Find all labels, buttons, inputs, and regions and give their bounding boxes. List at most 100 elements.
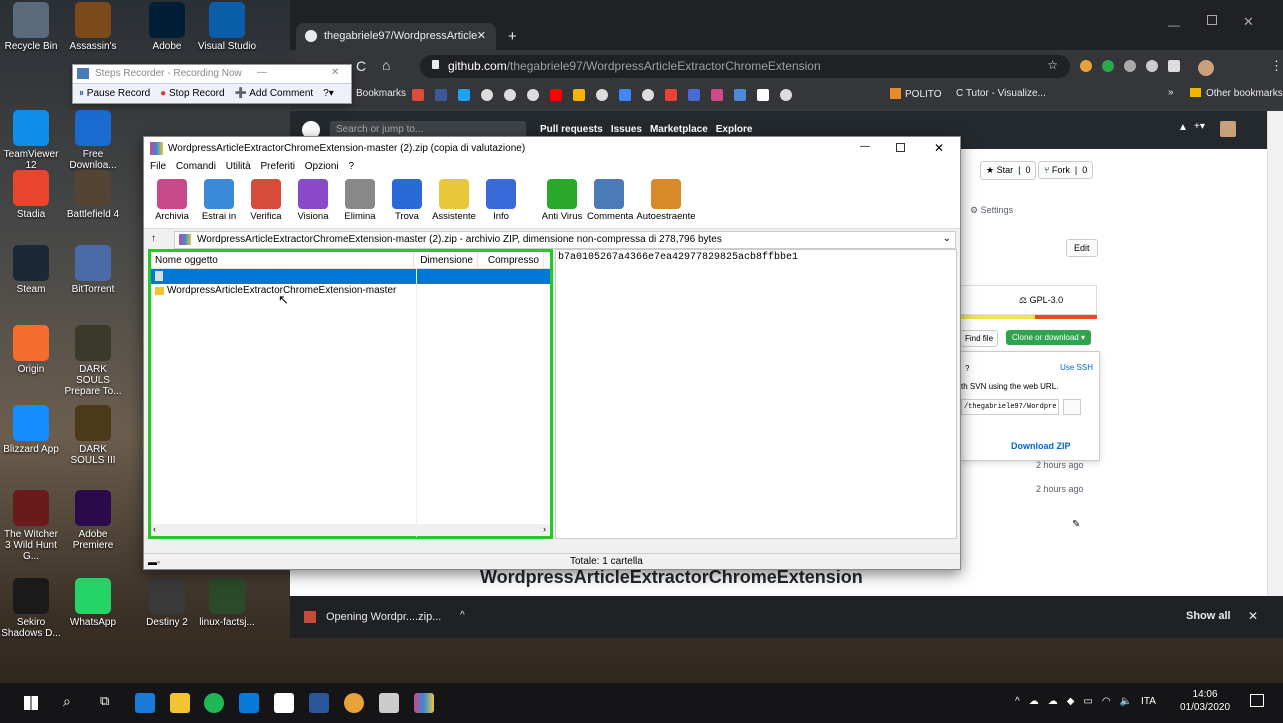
bookmark-icon[interactable] (412, 89, 424, 101)
col-size[interactable]: Dimensione (414, 252, 478, 268)
desktop-icon[interactable]: Recycle Bin (0, 2, 62, 52)
toolbar-button-archivia[interactable]: Archivia (150, 177, 194, 228)
use-ssh-link[interactable]: Use SSH (1060, 363, 1093, 372)
more-bookmarks-icon[interactable]: » (1168, 87, 1174, 98)
show-all-button[interactable]: Show all (1186, 610, 1231, 622)
extension-icon[interactable] (1102, 60, 1114, 72)
bookmark-icon[interactable] (642, 89, 654, 101)
star-button[interactable]: ★ Star | 0 (980, 161, 1037, 180)
menu-preferiti[interactable]: Preferiti (261, 161, 295, 172)
spotify-icon[interactable] (204, 693, 224, 713)
nav-pull-requests[interactable]: Pull requests (540, 124, 603, 135)
toolbar-button-verifica[interactable]: Verifica (244, 177, 288, 228)
desktop-icon[interactable]: Origin (0, 325, 62, 375)
chrome-menu-icon[interactable]: ⋮ (1270, 58, 1283, 74)
toolbar-button-commenta[interactable]: Commenta (587, 177, 633, 228)
bookmark-icon[interactable] (504, 89, 516, 101)
window-maximize-icon[interactable] (1207, 15, 1217, 25)
toolbar-button-elimina[interactable]: Elimina (338, 177, 382, 228)
extension-icon[interactable] (1124, 60, 1136, 72)
notifications-icon[interactable] (1250, 694, 1264, 707)
bookmark-icon[interactable] (435, 89, 447, 101)
vscode-icon[interactable] (239, 693, 259, 713)
bookmark-icon[interactable] (665, 89, 677, 101)
word-icon[interactable] (309, 693, 329, 713)
desktop-icon[interactable]: Stadia (0, 170, 62, 220)
bookmarks-folder[interactable]: Bookmarks (356, 88, 406, 99)
onedrive-icon[interactable]: ☁ (1029, 696, 1039, 707)
new-tab-button[interactable]: + (508, 28, 517, 45)
bookmark-icon[interactable] (734, 89, 746, 101)
language-indicator[interactable]: ITA (1141, 696, 1156, 707)
bookmark-icon[interactable] (550, 89, 562, 101)
nav-marketplace[interactable]: Marketplace (650, 124, 708, 135)
desktop-icon[interactable]: Sekiro Shadows D... (0, 578, 62, 639)
close-shelf-icon[interactable]: ✕ (1248, 609, 1258, 623)
file-row-folder[interactable]: WordpressArticleExtractorChromeExtension… (151, 284, 550, 299)
desktop-icon[interactable]: DARK SOULS Prepare To... (62, 325, 124, 397)
toolbar-button-estrai-in[interactable]: Estrai in (197, 177, 241, 228)
toolbar-button-anti-virus[interactable]: Anti Virus (540, 177, 584, 228)
path-dropdown-icon[interactable]: ⌄ (943, 233, 951, 244)
stop-record-button[interactable]: ● Stop Record (160, 88, 224, 103)
fork-button[interactable]: ⑂ Fork | 0 (1038, 161, 1094, 179)
horizontal-scrollbar[interactable]: ‹ › (151, 524, 550, 536)
profile-avatar[interactable] (1198, 60, 1214, 76)
winrar-taskbar-icon[interactable] (414, 693, 434, 713)
desktop-icon[interactable]: DARK SOULS III (62, 405, 124, 466)
tab-github[interactable]: thegabriele97/WordpressArticle ✕ (296, 23, 496, 50)
help-icon[interactable]: ?▾ (323, 88, 334, 103)
download-zip-link[interactable]: Download ZIP (1011, 441, 1071, 451)
avatar[interactable] (1220, 121, 1236, 137)
copy-clipboard-icon[interactable] (1063, 399, 1081, 415)
clone-url-input[interactable]: /thegabriele97/Wordpre (961, 399, 1059, 415)
desktop-icon[interactable]: Destiny 2 (136, 578, 198, 628)
col-name[interactable]: Nome oggetto (151, 252, 414, 268)
window-minimize-icon[interactable]: — (1168, 18, 1180, 32)
address-bar[interactable]: github.com/thegabriele97/WordpressArticl… (420, 55, 1070, 78)
menu-file[interactable]: File (150, 161, 166, 172)
winrar-minimize-icon[interactable]: — (860, 141, 870, 152)
wifi-icon[interactable]: ◠ (1102, 696, 1111, 707)
chrome-icon[interactable] (344, 693, 364, 713)
star-bookmark-icon[interactable]: ☆ (1047, 58, 1058, 72)
window-close-icon[interactable]: ✕ (1243, 14, 1254, 30)
menu-utilita[interactable]: Utilità (226, 161, 251, 172)
bookmark-icon[interactable] (573, 89, 585, 101)
steps-minimize-icon[interactable]: — (257, 67, 267, 78)
desktop-icon[interactable]: Visual Studio (196, 2, 258, 52)
app-tray-icon[interactable]: ◆ (1067, 696, 1075, 707)
menu-opzioni[interactable]: Opzioni (305, 161, 339, 172)
winrar-maximize-icon[interactable] (896, 143, 905, 152)
menu-comandi[interactable]: Comandi (176, 161, 216, 172)
steps-close-icon[interactable]: ✕ (331, 67, 339, 78)
desktop-icon[interactable]: TeamViewer 12 (0, 110, 62, 171)
desktop-icon[interactable]: Steam (0, 245, 62, 295)
pencil-edit-icon[interactable]: ✎ (1072, 519, 1080, 530)
menu-help[interactable]: ? (348, 161, 354, 172)
extension-icon[interactable] (1080, 60, 1092, 72)
start-windows-icon[interactable] (24, 696, 38, 710)
file-explorer-icon[interactable] (170, 693, 190, 713)
cloud-icon[interactable]: ☁ (1048, 696, 1058, 707)
bookmark-icon[interactable] (527, 89, 539, 101)
toolbar-button-visiona[interactable]: Visiona (291, 177, 335, 228)
search-icon[interactable]: ⌕ (63, 693, 71, 710)
bookmark-icon[interactable] (481, 89, 493, 101)
download-chevron-icon[interactable]: ^ (460, 610, 465, 621)
battery-icon[interactable]: ▭ (1083, 696, 1092, 707)
polito-bookmark[interactable]: POLITO (890, 88, 942, 100)
settings-tab[interactable]: ⚙ Settings (970, 205, 1013, 216)
reload-icon[interactable]: C (356, 58, 366, 74)
col-compressed[interactable]: Compresso (478, 252, 544, 268)
desktop-icon[interactable]: Adobe Premiere (62, 490, 124, 551)
toolbar-button-autoestraente[interactable]: Autoestraente (634, 177, 698, 228)
volume-icon[interactable]: 🔈 (1120, 696, 1132, 707)
edge-icon[interactable] (135, 693, 155, 713)
find-file-button[interactable]: Find file (960, 330, 999, 347)
close-tab-icon[interactable]: ✕ (477, 29, 486, 42)
clone-or-download-button[interactable]: Clone or download ▾ (1006, 330, 1091, 345)
task-view-icon[interactable]: ⧉ (100, 693, 109, 709)
store-icon[interactable] (274, 693, 294, 713)
nav-explore[interactable]: Explore (716, 124, 753, 135)
